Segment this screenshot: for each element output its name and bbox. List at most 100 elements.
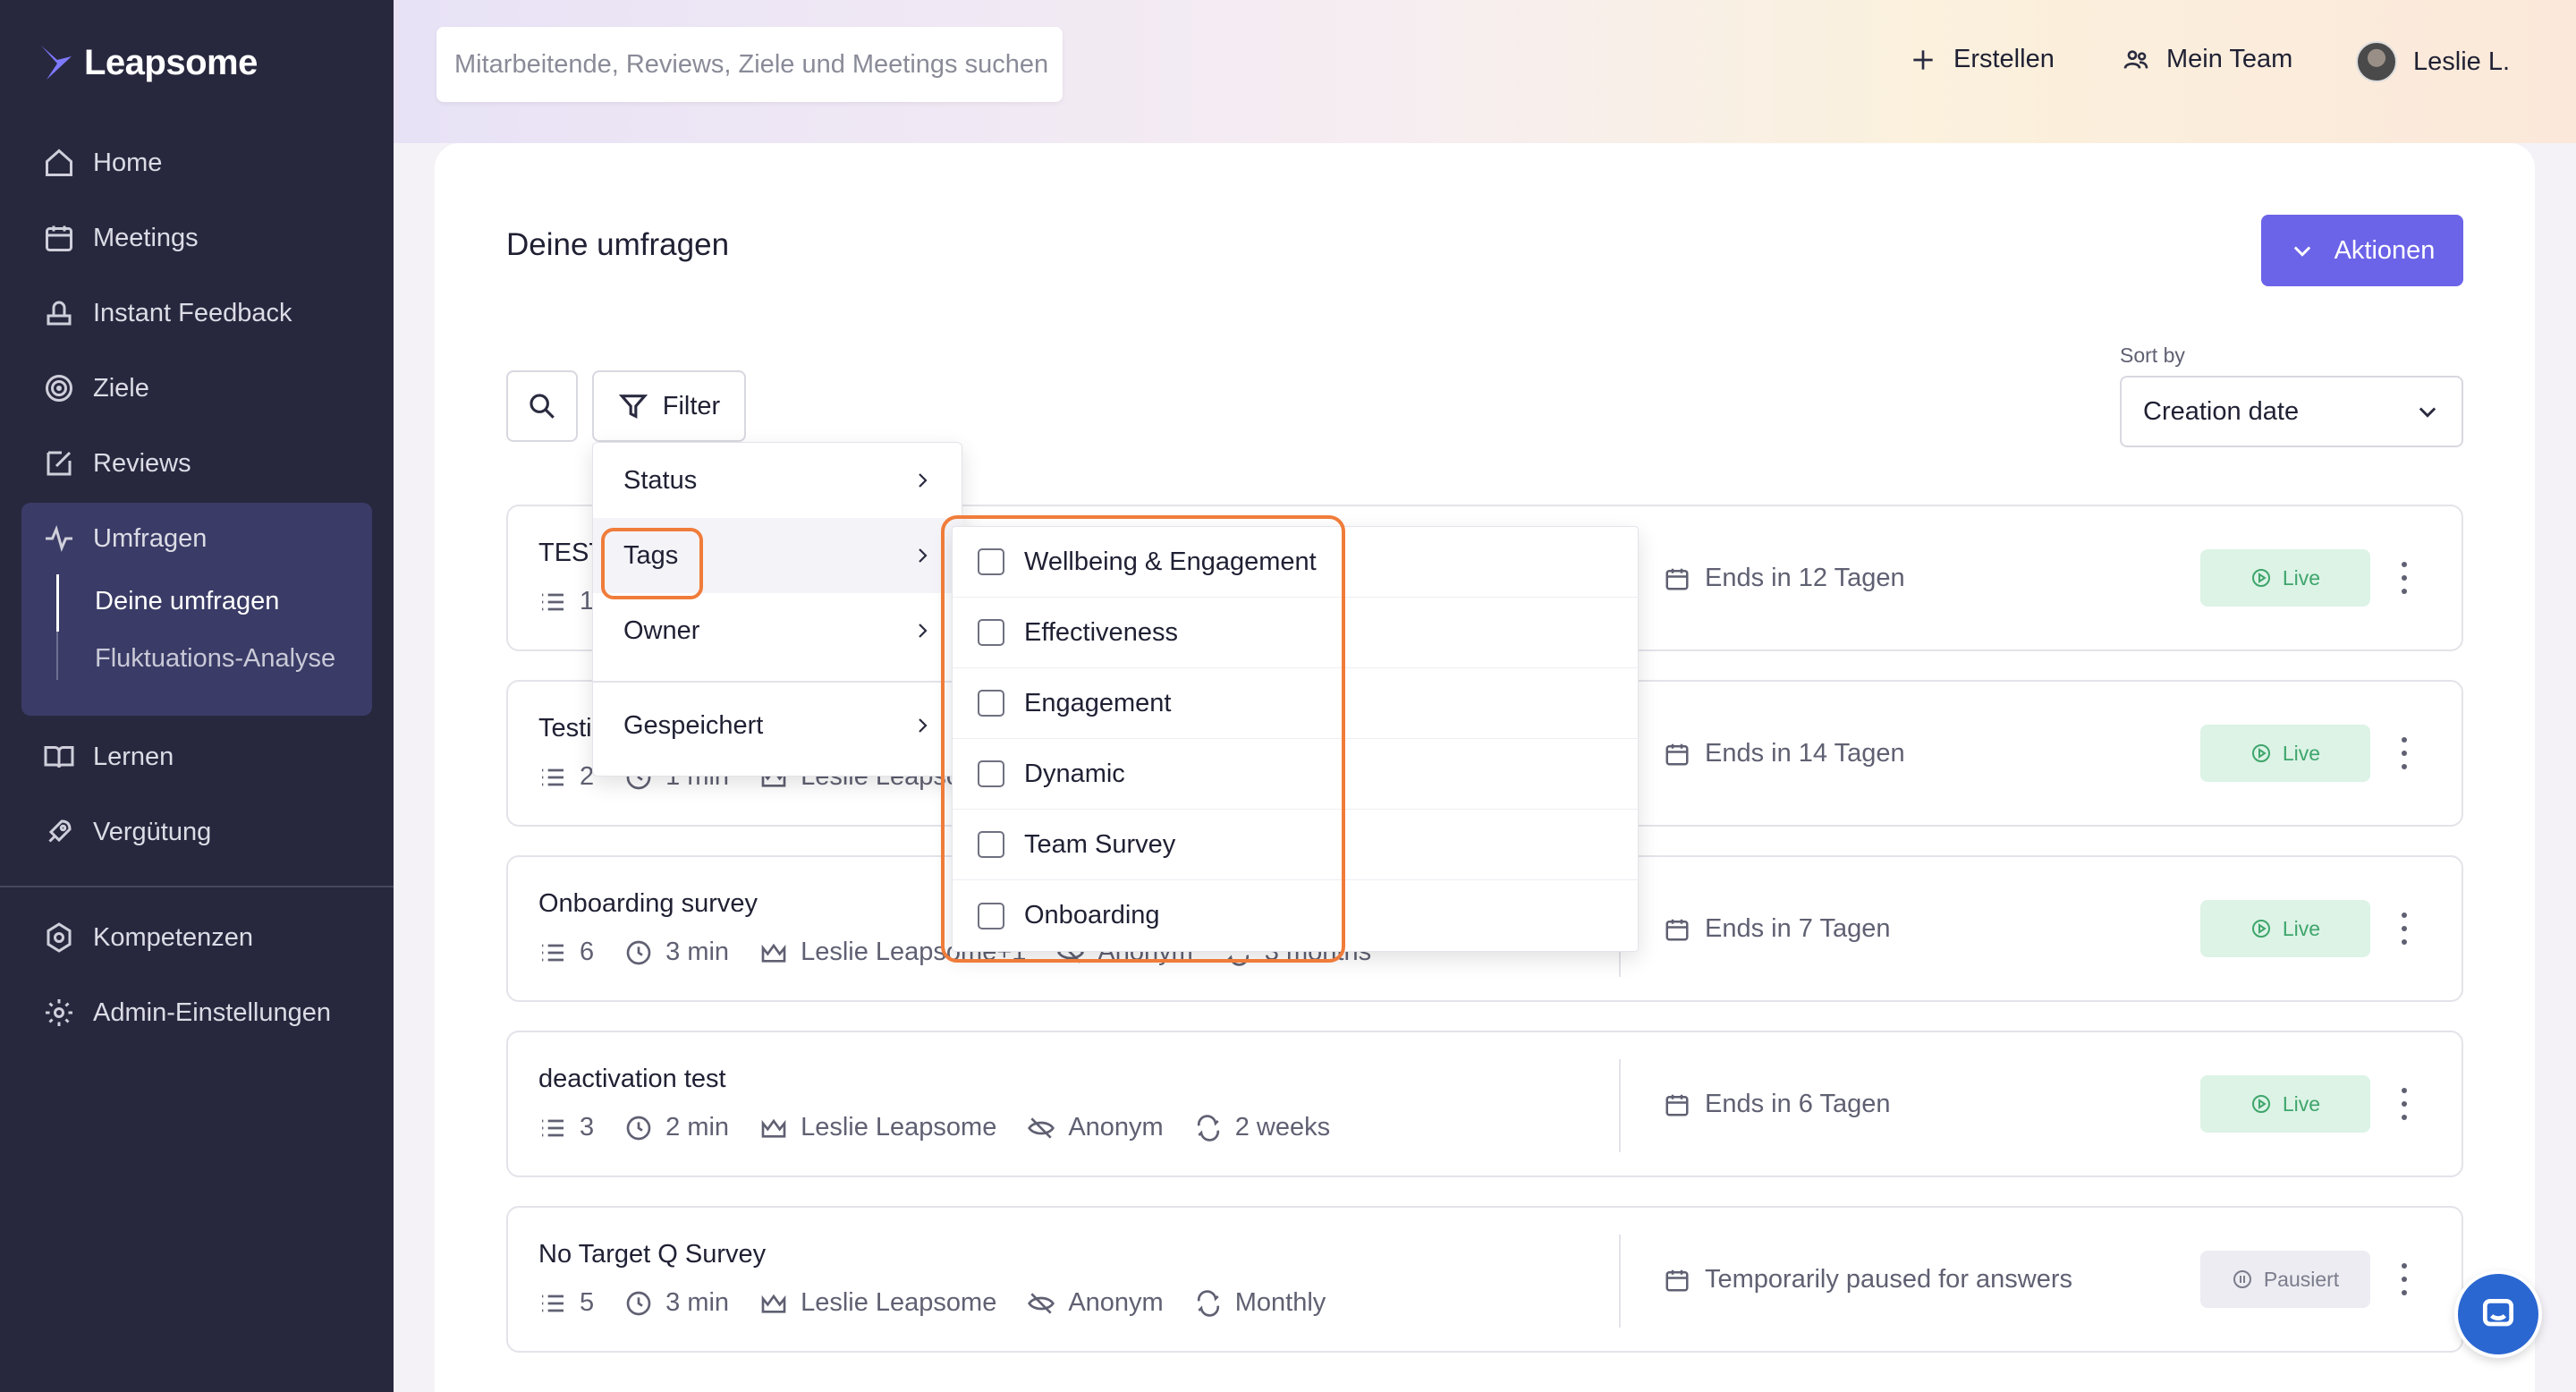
chat-icon xyxy=(2482,1298,2514,1327)
sidebar-item-kompetenzen[interactable]: Kompetenzen xyxy=(43,918,253,957)
survey-title: No Target Q Survey xyxy=(538,1240,767,1269)
filter-menu-item-owner[interactable]: Owner xyxy=(593,593,963,668)
sidebar-item-ziele[interactable]: Ziele xyxy=(43,369,149,408)
calendar-icon xyxy=(1665,1269,1689,1291)
status-badge: Live xyxy=(2200,725,2370,782)
highlight-outline-tags xyxy=(601,528,703,599)
survey-end-date: Ends in 6 Tagen xyxy=(1664,1090,1890,1119)
clock-icon xyxy=(626,940,651,964)
search-button[interactable] xyxy=(506,370,578,442)
sort-select[interactable]: Creation date xyxy=(2120,376,2463,447)
sidebar-item-instant-feedback[interactable]: Instant Feedback xyxy=(43,293,292,333)
crown-icon xyxy=(761,1118,786,1138)
sidebar-item-meetings[interactable]: Meetings xyxy=(43,218,199,258)
create-label: Erstellen xyxy=(1953,45,2055,73)
sidebar-item-lernen[interactable]: Lernen xyxy=(43,737,174,777)
eye-off-icon xyxy=(1028,1292,1055,1314)
anonymity: Anonym xyxy=(1068,1113,1164,1142)
sidebar-divider xyxy=(0,886,394,887)
global-search-input[interactable]: Mitarbeitende, Reviews, Ziele und Meetin… xyxy=(436,27,1063,102)
status-label: Live xyxy=(2282,1091,2321,1116)
my-team-button[interactable]: Mein Team xyxy=(2122,45,2292,74)
filter-menu: Status Tags Owner Gespeichert xyxy=(592,442,963,777)
actions-button[interactable]: Aktionen xyxy=(2261,215,2463,286)
survey-row[interactable]: deactivation test 3 2 min Leslie Leapsom… xyxy=(506,1031,2463,1177)
owner: Leslie Leapsome xyxy=(801,1288,997,1317)
chevron-right-icon xyxy=(919,718,928,733)
book-icon xyxy=(44,746,74,768)
survey-ends-text: Ends in 7 Tagen xyxy=(1705,914,1891,943)
filter-menu-item-gespeichert[interactable]: Gespeichert xyxy=(593,688,963,763)
user-menu[interactable]: Leslie L. xyxy=(2356,41,2510,82)
sidebar-item-label: Home xyxy=(93,148,163,177)
more-options-icon[interactable] xyxy=(2397,562,2411,594)
question-count: 3 xyxy=(580,1113,595,1142)
sort-value: Creation date xyxy=(2143,396,2300,426)
calendar-icon xyxy=(46,225,72,251)
chevron-down-icon xyxy=(2293,246,2310,257)
pause-icon xyxy=(2233,1270,2251,1288)
sidebar-item-label: Admin-Einstellungen xyxy=(93,997,331,1027)
feedback-icon xyxy=(47,301,72,326)
survey-meta: 3 2 min Leslie Leapsome Anonym 2 weeks xyxy=(538,1113,1360,1142)
play-icon xyxy=(2251,920,2270,938)
create-button[interactable]: Erstellen xyxy=(1909,45,2055,74)
more-options-icon[interactable] xyxy=(2397,1088,2411,1120)
filter-menu-item-status[interactable]: Status xyxy=(593,443,963,518)
sidebar-item-home[interactable]: Home xyxy=(43,143,162,182)
duration: 3 min xyxy=(665,938,730,966)
crown-icon xyxy=(761,1294,786,1313)
sidebar-item-label: Lernen xyxy=(93,742,174,771)
sidebar-subitem-deine-umfragen[interactable]: Deine umfragen xyxy=(95,587,279,616)
status-badge: Live xyxy=(2200,1075,2370,1133)
sidebar-item-reviews[interactable]: Reviews xyxy=(43,444,191,483)
highlight-outline-tags-submenu xyxy=(941,515,1345,963)
survey-meta: 5 3 min Leslie Leapsome Anonym Monthly xyxy=(538,1288,1356,1318)
my-team-label: Mein Team xyxy=(2166,45,2293,73)
status-label: Pausiert xyxy=(2263,1267,2340,1291)
list-icon xyxy=(542,768,564,785)
chevron-right-icon xyxy=(919,548,928,563)
logo[interactable]: Leapsome xyxy=(39,43,258,83)
sidebar-subitem-fluktuations-analyse[interactable]: Fluktuations-Analyse xyxy=(95,644,335,674)
sidebar-item-label: Ziele xyxy=(93,373,149,403)
list-icon xyxy=(542,1119,564,1136)
list-icon xyxy=(542,1294,564,1311)
filter-button[interactable]: Filter xyxy=(592,370,746,442)
calendar-icon xyxy=(1665,1094,1689,1116)
sidebar-item-admin-einstellungen[interactable]: Admin-Einstellungen xyxy=(43,993,331,1032)
survey-ends-text: Ends in 14 Tagen xyxy=(1705,739,1905,768)
anonymity: Anonym xyxy=(1068,1288,1164,1317)
survey-row[interactable]: No Target Q Survey 5 3 min Leslie Leapso… xyxy=(506,1206,2463,1353)
chat-support-button[interactable] xyxy=(2454,1270,2542,1358)
sidebar-item-label: Kompetenzen xyxy=(93,922,253,952)
filter-label: Filter xyxy=(662,391,721,420)
avatar xyxy=(2356,41,2397,82)
owner: Leslie Leapsome xyxy=(801,1113,997,1142)
more-options-icon[interactable] xyxy=(2397,1263,2411,1295)
survey-end-date: Temporarily paused for answers xyxy=(1664,1265,2072,1294)
repeat-icon xyxy=(1197,1114,1219,1142)
filter-icon xyxy=(618,395,648,419)
sort-label: Sort by xyxy=(2120,344,2185,367)
survey-ends-text: Ends in 12 Tagen xyxy=(1705,564,1905,592)
sidebar-item-label: Reviews xyxy=(93,448,191,478)
more-options-icon[interactable] xyxy=(2397,737,2411,769)
more-options-icon[interactable] xyxy=(2397,912,2411,945)
sidebar-item-label: Instant Feedback xyxy=(93,298,292,327)
chevron-down-icon xyxy=(2419,407,2436,418)
home-icon xyxy=(46,149,72,176)
sidebar-item-verguetung[interactable]: Vergütung xyxy=(43,812,211,852)
edit-icon xyxy=(47,451,72,476)
sidebar-item-umfragen[interactable]: Umfragen xyxy=(43,519,207,558)
sidebar-item-label: Meetings xyxy=(93,223,199,252)
status-badge: Live xyxy=(2200,900,2370,957)
clock-icon xyxy=(626,1116,651,1140)
status-label: Live xyxy=(2282,565,2321,590)
rocket-icon xyxy=(48,819,72,843)
sidebar-item-label: Vergütung xyxy=(93,817,212,846)
survey-end-date: Ends in 12 Tagen xyxy=(1664,564,1905,593)
question-count: 5 xyxy=(580,1288,595,1317)
active-indicator xyxy=(56,574,59,632)
play-icon xyxy=(2251,569,2270,587)
